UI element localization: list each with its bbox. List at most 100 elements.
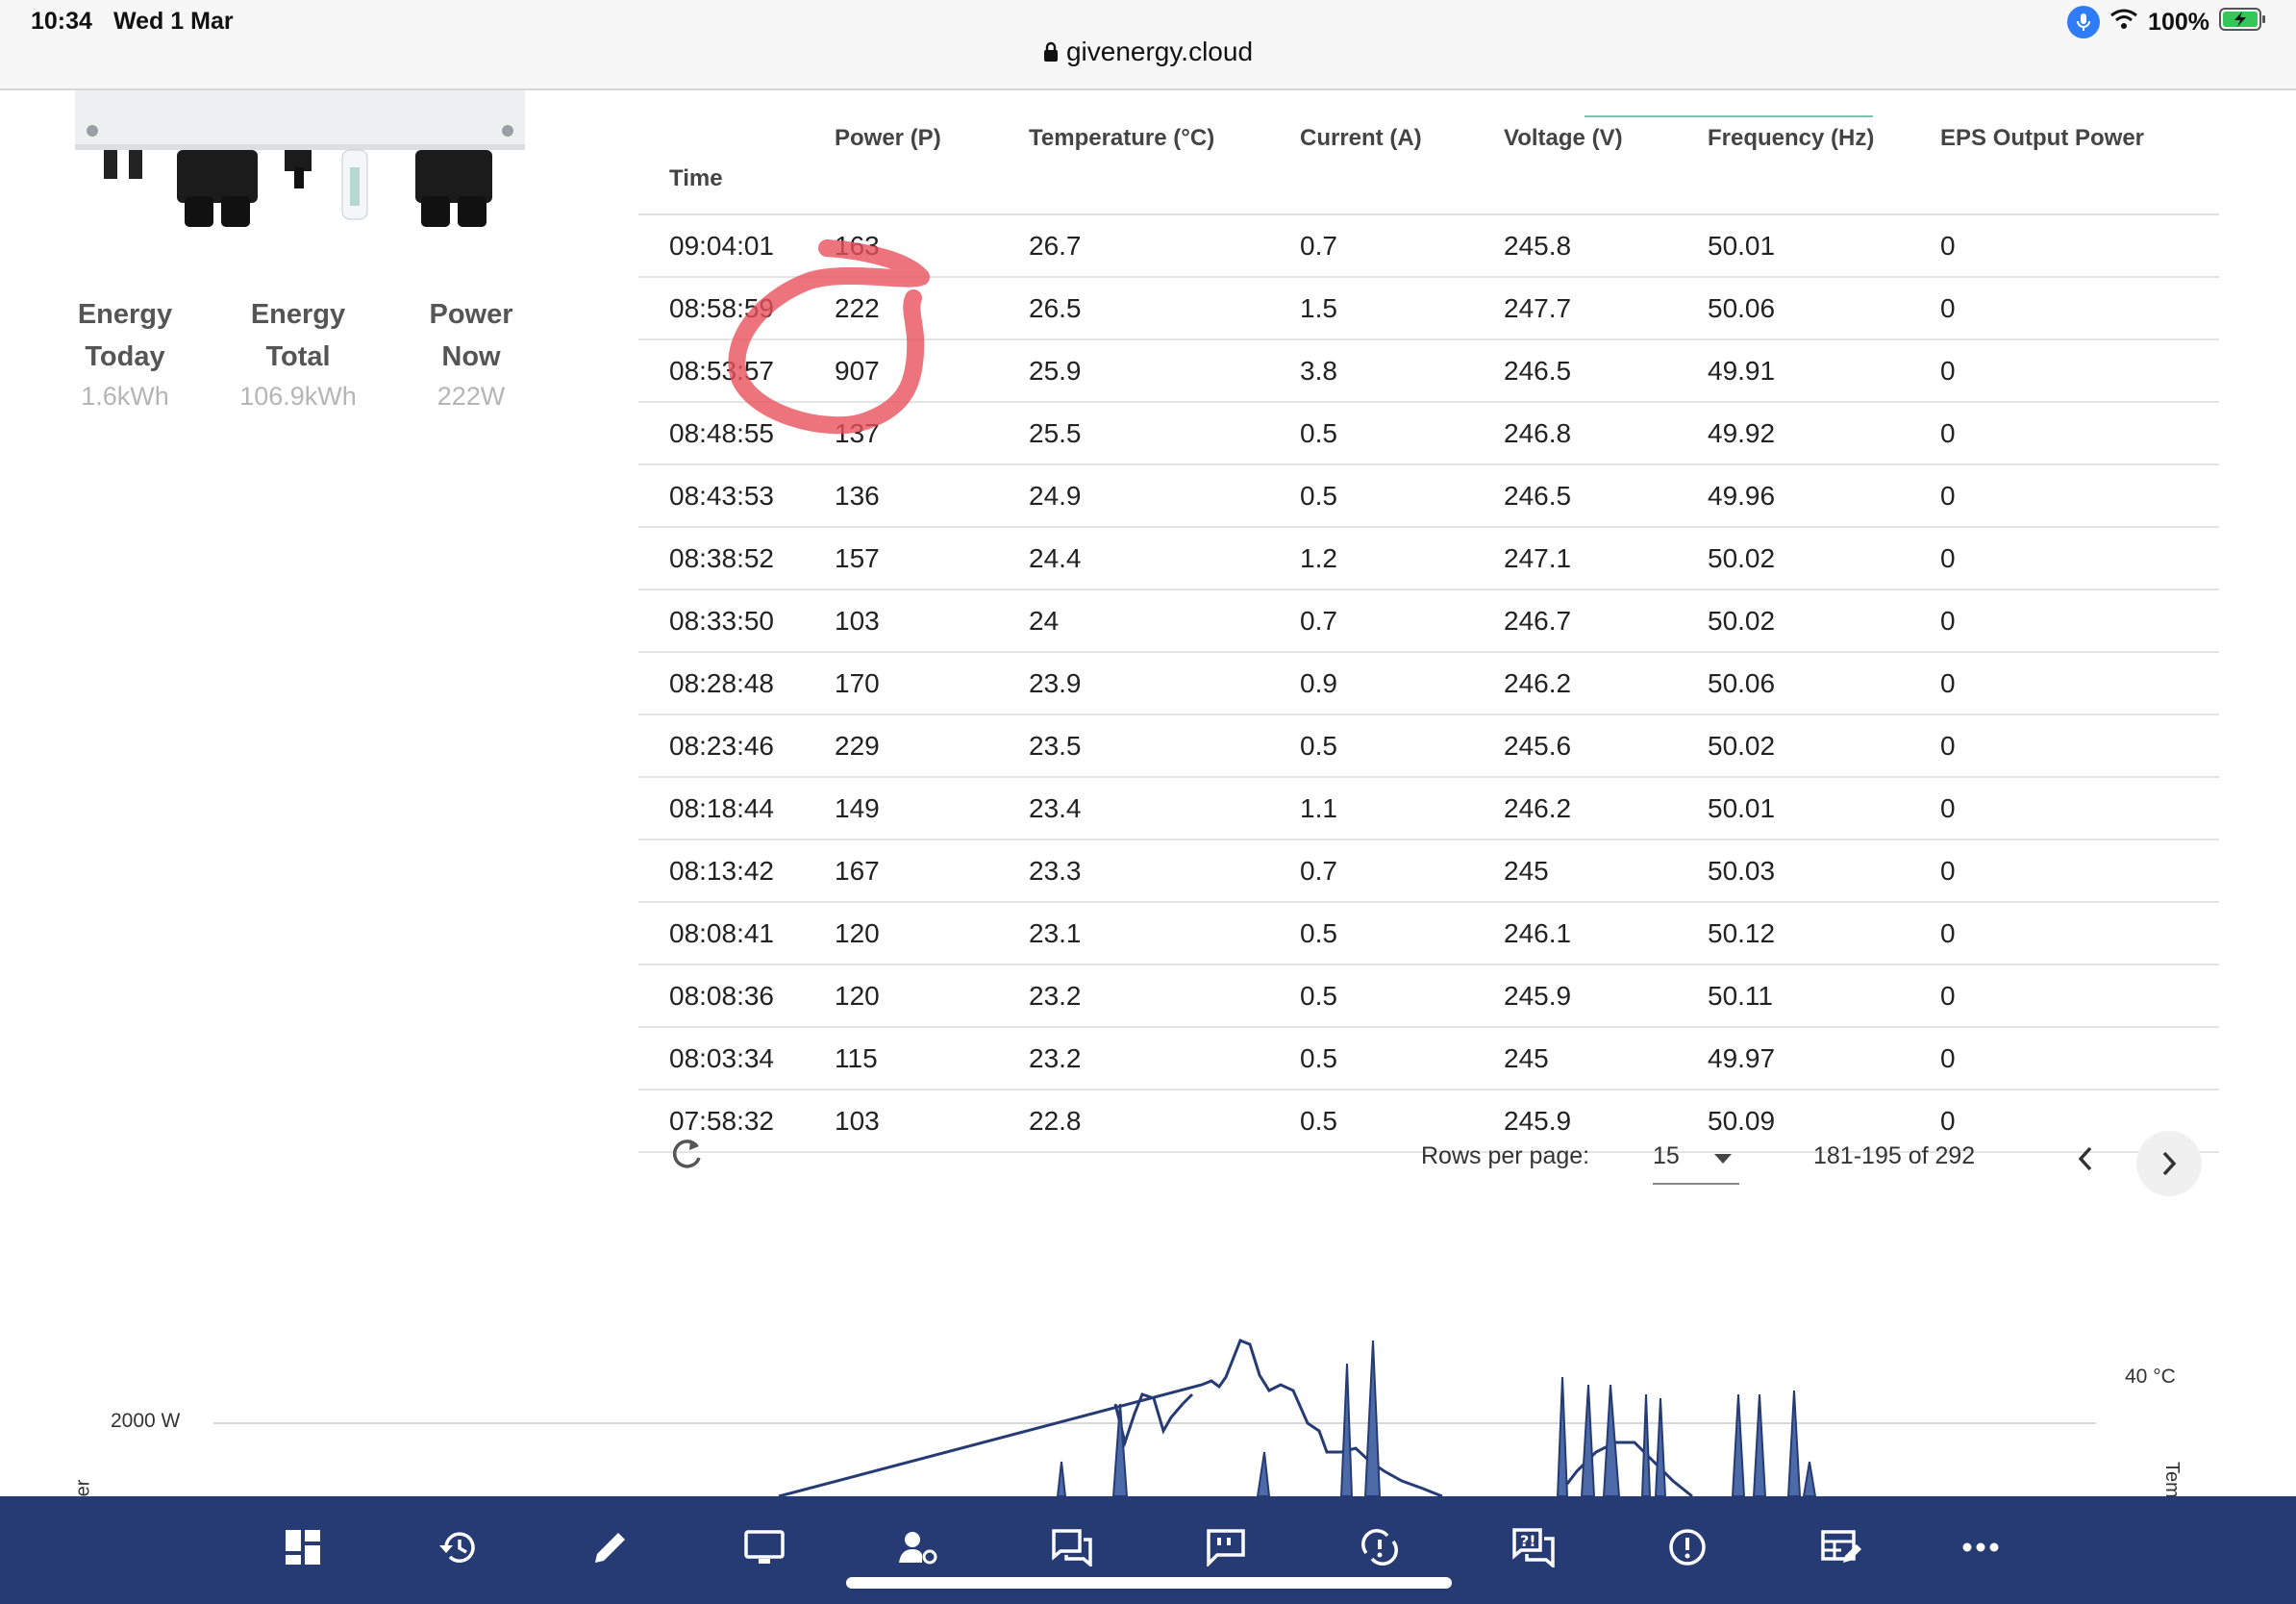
- table-cell: 50.02: [1677, 714, 1909, 778]
- next-page-button[interactable]: [2136, 1131, 2202, 1196]
- table-cell: 0: [1909, 652, 2219, 715]
- table-cell: 3.8: [1269, 339, 1473, 403]
- y-left-tick: 2000 W: [111, 1410, 181, 1432]
- alert-icon[interactable]: [1663, 1523, 1711, 1571]
- address-bar[interactable]: givenergy.cloud: [0, 37, 2296, 69]
- table-cell: 49.91: [1677, 339, 1909, 403]
- table-cell: 23.3: [998, 840, 1269, 903]
- table-cell: 137: [804, 402, 998, 465]
- table-cell: 23.5: [998, 714, 1269, 778]
- spike: [1363, 1340, 1382, 1497]
- table-cell: 246.1: [1473, 902, 1677, 965]
- rows-per-page-value: 15: [1653, 1142, 1680, 1169]
- table-cell: 25.9: [998, 339, 1269, 403]
- table-cell: 246.2: [1473, 652, 1677, 715]
- y-left-axis-label: er: [72, 1479, 94, 1497]
- table-row: 08:18:44 149 23.4 1.1 246.2 50.01 0: [638, 777, 2219, 840]
- table-cell: 245.8: [1473, 214, 1677, 278]
- table-cell: 0: [1909, 527, 2219, 590]
- table-cell: 0: [1909, 214, 2219, 278]
- table-row: 08:13:42 167 23.3 0.7 245 50.03 0: [638, 840, 2219, 903]
- table-row: 08:48:55 137 25.5 0.5 246.8 49.92 0: [638, 402, 2219, 465]
- dashboard-icon[interactable]: [279, 1523, 327, 1571]
- y-right-axis-label: Tem: [2161, 1462, 2183, 1498]
- table-row: 08:43:53 136 24.9 0.5 246.5 49.96 0: [638, 464, 2219, 528]
- table-cell: 0: [1909, 965, 2219, 1028]
- table-cell: 50.11: [1677, 965, 1909, 1028]
- table-cell: 0.5: [1269, 402, 1473, 465]
- table-edit-icon[interactable]: [1817, 1523, 1865, 1571]
- table-cell: 08:48:55: [638, 402, 804, 465]
- chat-icon[interactable]: [1048, 1523, 1096, 1571]
- table-cell: 0.5: [1269, 965, 1473, 1028]
- table-cell: 246.8: [1473, 402, 1677, 465]
- table-cell: 23.2: [998, 1027, 1269, 1090]
- table-cell: 149: [804, 777, 998, 840]
- table-row: 09:04:01 163 26.7 0.7 245.8 50.01 0: [638, 214, 2219, 278]
- chevron-left-icon: [2078, 1146, 2092, 1171]
- table-cell: 0: [1909, 589, 2219, 653]
- table-cell: 246.5: [1473, 339, 1677, 403]
- column-header-time[interactable]: Time: [638, 117, 804, 215]
- table-cell: 245: [1473, 840, 1677, 903]
- energy-total-stat: Energy Total 106.9kWh: [212, 293, 385, 412]
- table-cell: 0: [1909, 777, 2219, 840]
- table-cell: 245.9: [1473, 965, 1677, 1028]
- table-cell: 50.06: [1677, 652, 1909, 715]
- monitor-icon[interactable]: [740, 1523, 788, 1571]
- edit-icon[interactable]: [586, 1523, 635, 1571]
- device-stats: Energy Today 1.6kWh Energy Total 106.9kWh …: [38, 293, 558, 412]
- help-chat-icon[interactable]: ?!: [1510, 1523, 1558, 1571]
- y-right-tick: 40 °C: [2125, 1366, 2176, 1388]
- table-cell: 24.4: [998, 527, 1269, 590]
- more-icon[interactable]: [1957, 1523, 2005, 1571]
- column-header-current[interactable]: Current (A): [1269, 117, 1473, 215]
- status-time: 10:34: [31, 8, 92, 35]
- rows-per-page-select[interactable]: 15: [1653, 1127, 1739, 1185]
- column-header-temperature[interactable]: Temperature (°C): [998, 117, 1269, 215]
- table-cell: 26.5: [998, 277, 1269, 340]
- table-cell: 0: [1909, 402, 2219, 465]
- spike: [1339, 1363, 1354, 1497]
- table-cell: 08:03:34: [638, 1027, 804, 1090]
- microphone-icon: [2067, 6, 2101, 38]
- history-icon[interactable]: [433, 1523, 481, 1571]
- column-header-eps-output[interactable]: EPS Output Power: [1909, 117, 2219, 215]
- status-indicators: 100%: [2067, 6, 2267, 38]
- table-cell: 115: [804, 1027, 998, 1090]
- stat-label: Energy Total: [250, 299, 346, 372]
- table-cell: 50.03: [1677, 840, 1909, 903]
- table-cell: 907: [804, 339, 998, 403]
- svg-text:?!: ?!: [1520, 1532, 1536, 1550]
- table-cell: 50.01: [1677, 214, 1909, 278]
- table-cell: 08:23:46: [638, 714, 804, 778]
- power-now-stat: Power Now 222W: [385, 293, 558, 412]
- table-cell: 09:04:01: [638, 214, 804, 278]
- table-cell: 50.02: [1677, 589, 1909, 653]
- column-header-frequency[interactable]: Frequency (Hz): [1677, 117, 1909, 215]
- table-row: 08:58:59 222 26.5 1.5 247.7 50.06 0: [638, 277, 2219, 340]
- refresh-icon[interactable]: [667, 1135, 715, 1183]
- table-cell: 246.7: [1473, 589, 1677, 653]
- column-header-voltage[interactable]: Voltage (V): [1473, 117, 1677, 215]
- table-cell: 0.7: [1269, 214, 1473, 278]
- table-row: 08:53:57 907 25.9 3.8 246.5 49.91 0: [638, 339, 2219, 403]
- spike: [1580, 1384, 1596, 1497]
- table-cell: 103: [804, 589, 998, 653]
- table-cell: 246.2: [1473, 777, 1677, 840]
- table-cell: 49.92: [1677, 402, 1909, 465]
- table-cell: 23.9: [998, 652, 1269, 715]
- table-cell: 0.5: [1269, 1027, 1473, 1090]
- table-cell: 23.4: [998, 777, 1269, 840]
- sync-problem-icon[interactable]: [1356, 1523, 1404, 1571]
- table-cell: 163: [804, 214, 998, 278]
- feedback-icon[interactable]: [1202, 1523, 1250, 1571]
- table-cell: 08:33:50: [638, 589, 804, 653]
- table-cell: 0.7: [1269, 589, 1473, 653]
- previous-page-button[interactable]: [2058, 1131, 2113, 1187]
- table-cell: 0: [1909, 1027, 2219, 1090]
- user-settings-icon[interactable]: [894, 1523, 942, 1571]
- table-cell: 229: [804, 714, 998, 778]
- table-cell: 1.2: [1269, 527, 1473, 590]
- column-header-power[interactable]: Power (P): [804, 117, 998, 215]
